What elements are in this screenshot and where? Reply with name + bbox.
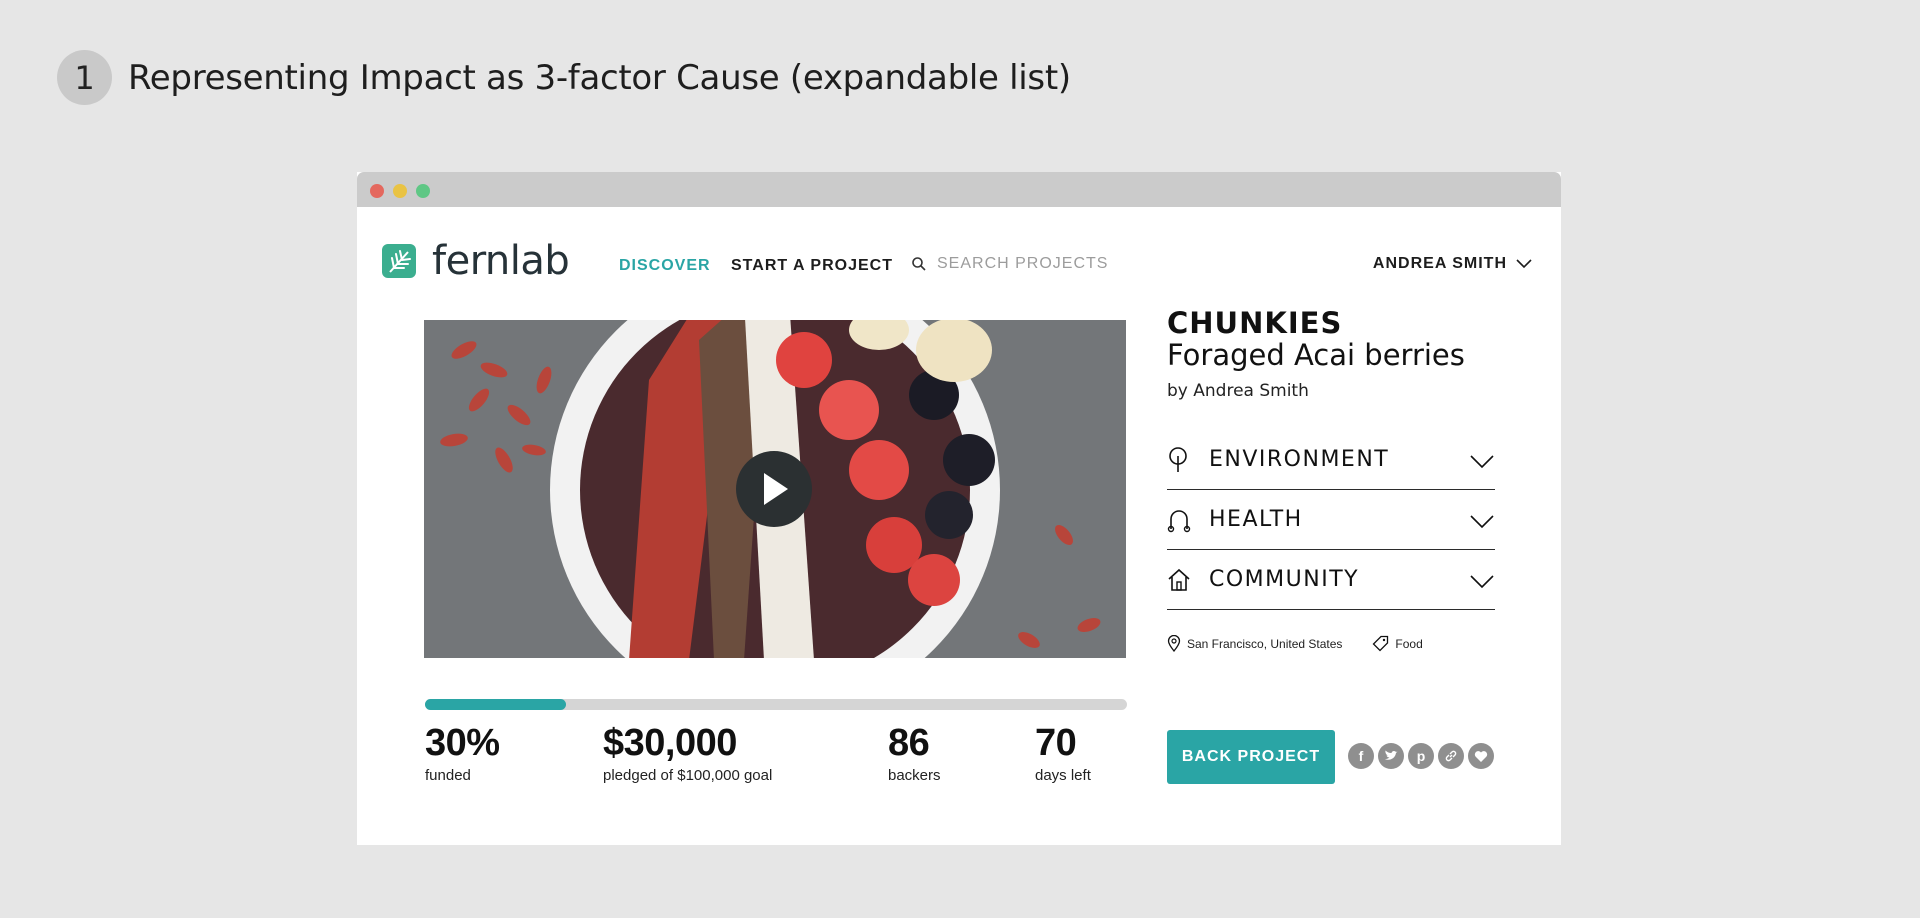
funding-progress-fill (425, 699, 567, 710)
user-menu[interactable]: ANDREA SMITH (1373, 255, 1533, 273)
project-author: by Andrea Smith (1167, 381, 1309, 401)
heart-icon[interactable] (1468, 743, 1494, 769)
project-name: CHUNKIES (1167, 306, 1343, 340)
back-project-button[interactable]: BACK PROJECT (1167, 730, 1335, 784)
chevron-down-icon (1470, 515, 1494, 529)
close-window-button[interactable] (370, 184, 384, 198)
tag-icon (1373, 635, 1389, 652)
project-meta: San Francisco, United States Food (1167, 635, 1423, 652)
stat-label: days left (1035, 767, 1091, 784)
page-title: Representing Impact as 3-factor Cause (e… (128, 57, 1071, 98)
search-icon (912, 257, 926, 271)
step-number-badge: 1 (57, 50, 112, 105)
chevron-down-icon (1470, 455, 1494, 469)
stat-value: 86 (888, 722, 930, 764)
play-icon (764, 473, 788, 505)
stat-value: 30% (425, 722, 500, 764)
twitter-icon[interactable] (1378, 743, 1404, 769)
funding-progress-bar (425, 699, 1127, 710)
stat-pledged: $30,000 pledged of $100,000 goal (603, 722, 772, 784)
project-title-block: CHUNKIES Foraged Acai berries by Andrea … (1167, 307, 1465, 401)
pinterest-icon[interactable]: p (1408, 743, 1434, 769)
nav-start-project-link[interactable]: START A PROJECT (731, 257, 893, 275)
page-heading: 1 Representing Impact as 3-factor Cause … (57, 50, 1071, 105)
factor-health[interactable]: HEALTH (1167, 490, 1495, 550)
fern-logo-icon (382, 244, 416, 278)
project-video[interactable] (424, 320, 1126, 658)
factor-label: COMMUNITY (1209, 567, 1360, 592)
factor-community[interactable]: COMMUNITY (1167, 550, 1495, 610)
stat-backers: 86 backers (888, 722, 941, 784)
stat-days-left: 70 days left (1035, 722, 1091, 784)
factor-label: HEALTH (1209, 507, 1303, 532)
link-icon[interactable] (1438, 743, 1464, 769)
project-subtitle: Foraged Acai berries (1167, 338, 1465, 372)
stat-label: funded (425, 767, 471, 784)
stethoscope-icon (1167, 509, 1191, 532)
stat-value: $30,000 (603, 722, 737, 764)
maximize-window-button[interactable] (416, 184, 430, 198)
logo-text: fernlab (432, 238, 570, 284)
top-nav: fernlab DISCOVER START A PROJECT SEARCH … (357, 207, 1561, 297)
browser-window: fernlab DISCOVER START A PROJECT SEARCH … (357, 172, 1561, 845)
project-location[interactable]: San Francisco, United States (1187, 637, 1342, 651)
location-pin-icon (1167, 635, 1181, 652)
stat-label: pledged of $100,000 goal (603, 767, 773, 784)
window-titlebar (357, 172, 1561, 207)
stat-label: backers (888, 767, 941, 784)
play-button[interactable] (736, 451, 812, 527)
stat-funded: 30% funded (425, 722, 500, 784)
facebook-icon[interactable]: f (1348, 743, 1374, 769)
chevron-down-icon (1470, 575, 1494, 589)
home-icon (1168, 568, 1190, 591)
stat-value: 70 (1035, 722, 1077, 764)
tree-icon (1169, 446, 1187, 472)
search-placeholder: SEARCH PROJECTS (937, 255, 1109, 272)
logo[interactable]: fernlab (382, 238, 570, 284)
search-field[interactable]: SEARCH PROJECTS (911, 255, 1108, 273)
user-name: ANDREA SMITH (1372, 255, 1507, 272)
factor-environment[interactable]: ENVIRONMENT (1167, 430, 1495, 490)
project-category[interactable]: Food (1395, 637, 1422, 651)
minimize-window-button[interactable] (393, 184, 407, 198)
chevron-down-icon (1516, 259, 1532, 269)
factor-label: ENVIRONMENT (1209, 447, 1390, 472)
nav-discover-link[interactable]: DISCOVER (619, 257, 711, 275)
